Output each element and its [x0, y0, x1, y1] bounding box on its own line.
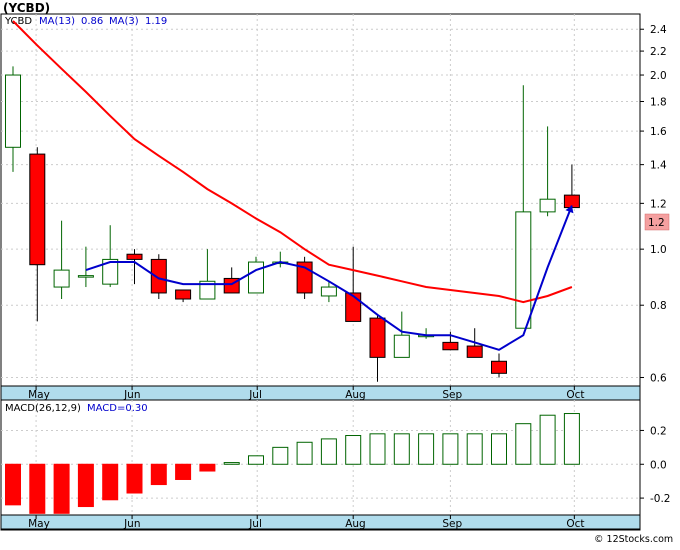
price-tick-label: 1.0: [650, 244, 667, 256]
macd-bar: [345, 435, 362, 465]
macd-bar: [515, 423, 532, 465]
macd-bar: [320, 438, 337, 465]
price-month-label: Jun: [123, 389, 140, 401]
candle-body: [29, 153, 46, 266]
candle-body: [77, 275, 94, 278]
price-month-label: May: [28, 389, 50, 401]
price-tick-label: 1.4: [650, 160, 667, 172]
macd-bar: [53, 463, 70, 514]
macd-bar: [29, 463, 46, 514]
candle-body: [320, 286, 337, 297]
macd-bar: [175, 463, 192, 480]
macd-bar: [248, 455, 264, 465]
macd-bar: [77, 463, 94, 508]
legend-ma3-value: 1.19: [145, 16, 167, 27]
price-month-label: Sep: [442, 389, 462, 401]
price-month-band: [0, 385, 641, 401]
price-axis: 2.4 2.2 2.0 1.8 1.6 1.4 1.2 1.0 0.8 0.6: [640, 24, 667, 384]
candle-body: [53, 269, 70, 288]
macd-bar: [126, 463, 143, 494]
price-month-label: Jul: [248, 389, 262, 401]
legend-ma13-value: 0.86: [81, 16, 103, 27]
macd-axis: 0.2 0.0 -0.2: [640, 425, 671, 505]
candle-body: [442, 341, 459, 351]
price-tick-label: 2.0: [650, 70, 667, 82]
macd-bar: [491, 433, 507, 465]
macd-month-label: Oct: [566, 518, 584, 530]
price-tick-label: 1.2: [650, 198, 667, 210]
macd-month-label: Aug: [345, 518, 366, 530]
macd-bar: [563, 413, 580, 465]
candle-body: [393, 334, 410, 358]
macd-month-label: Sep: [442, 518, 462, 530]
legend-ma3-label: MA(3): [109, 16, 139, 27]
macd-bar: [393, 433, 410, 465]
macd-bar: [272, 446, 289, 465]
macd-tick-label: 0.0: [650, 459, 667, 471]
price-month-label: Oct: [566, 389, 584, 401]
candle-body: [539, 198, 556, 213]
candle-body: [150, 258, 167, 294]
candle-body: [248, 261, 264, 294]
footer-credit: © 12Stocks.com: [594, 534, 673, 545]
legend-ma13-label: MA(13): [39, 16, 75, 27]
macd-month-label: Jun: [123, 518, 140, 530]
price-tick-label: 1.8: [650, 96, 667, 108]
price-tick-label: 2.2: [650, 46, 667, 58]
candle-body: [491, 360, 507, 374]
macd-bar: [296, 441, 313, 465]
macd-bar: [199, 463, 216, 472]
chart-canvas: (YCBD) YCBD MA(13) 0.86 MA(3) 1.19 2.42.…: [0, 1, 673, 545]
candle-body: [126, 253, 143, 260]
macd-bar: [466, 433, 483, 465]
price-tick-label: 0.6: [650, 372, 667, 384]
price-month-label: Aug: [345, 389, 366, 401]
macd-tick-label: -0.2: [650, 493, 671, 505]
macd-bar: [442, 433, 459, 465]
macd-month-label: Jul: [248, 518, 262, 530]
candle-body: [515, 211, 532, 329]
macd-bar: [418, 433, 435, 465]
macd-bar: [102, 463, 119, 501]
price-tick-label: 1.6: [650, 126, 667, 138]
stock-chart: (YCBD) YCBD MA(13) 0.86 MA(3) 1.19 2.4 2.…: [0, 0, 680, 546]
candle-body: [466, 345, 483, 358]
chart-title: (YCBD): [3, 1, 50, 15]
macd-month-label: May: [28, 518, 50, 530]
price-tick-label: 2.4: [650, 24, 667, 36]
macd-month-band: [0, 514, 641, 530]
macd-bar: [223, 462, 240, 465]
macd-bar: [369, 433, 386, 465]
macd-bar: [539, 414, 556, 465]
candle-body: [175, 289, 192, 300]
macd-bar: [150, 463, 167, 486]
macd-bar: [5, 463, 21, 506]
price-tick-label: 0.8: [650, 300, 667, 312]
macd-legend-value: MACD=0.30: [87, 403, 148, 414]
macd-tick-label: 0.2: [650, 425, 667, 437]
candle-body: [369, 317, 386, 358]
last-price-label: 1.2: [648, 217, 665, 229]
macd-legend-label: MACD(26,12,9): [5, 403, 81, 414]
candle-body: [5, 74, 21, 148]
